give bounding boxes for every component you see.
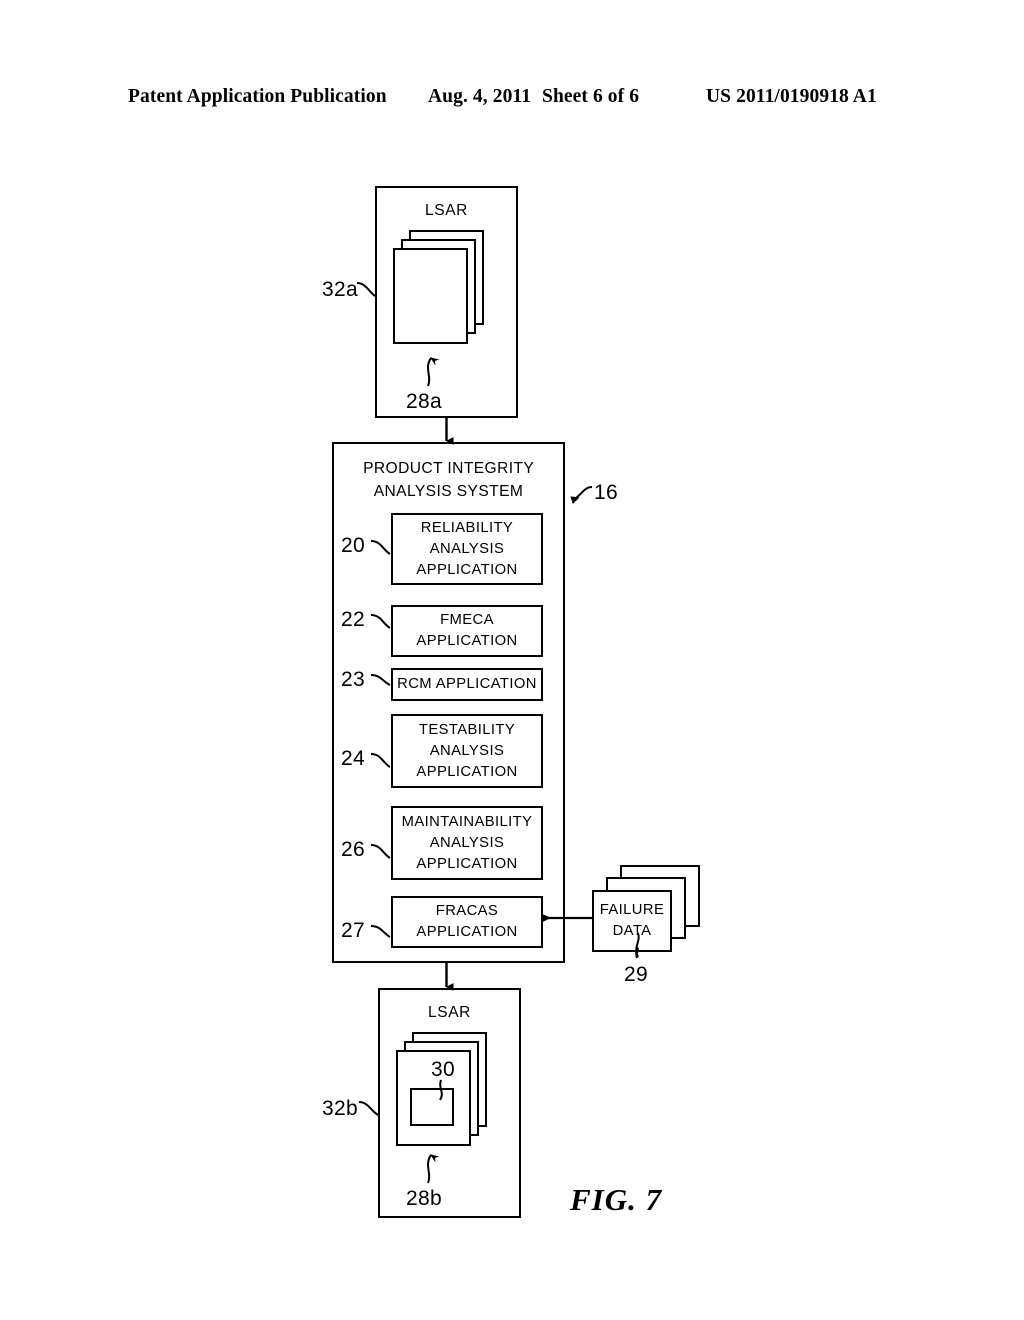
system-title-line1: PRODUCT INTEGRITY [363, 460, 534, 477]
app-0-line-1: ANALYSIS [429, 540, 505, 557]
publication-header: Patent Application Publication Aug. 4, 2… [128, 86, 896, 112]
fmeca-application-box: FMECA APPLICATION [391, 605, 543, 657]
app-3-line-1: ANALYSIS [429, 742, 505, 759]
system-title-line2: ANALYSIS SYSTEM [373, 483, 524, 500]
ref-32b: 32b [322, 1097, 358, 1120]
system-title: PRODUCT INTEGRITY ANALYSIS SYSTEM [334, 457, 563, 503]
product-integrity-analysis-system: PRODUCT INTEGRITY ANALYSIS SYSTEM RELIAB… [332, 442, 565, 963]
ref-26: 26 [341, 838, 365, 861]
app-5-line-0: FRACAS [435, 903, 499, 919]
leader-16 [570, 486, 593, 504]
ref-28a: 28a [406, 390, 442, 413]
top-lsar-sheet-front [393, 248, 468, 344]
app-3-line-2: APPLICATION [416, 763, 518, 780]
ref-22: 22 [341, 608, 365, 631]
app-4-line-1: ANALYSIS [429, 834, 505, 851]
app-4-line-0: MAINTAINABILITY [401, 813, 533, 830]
failure-data-stack: FAILURE DATA [592, 865, 700, 955]
failure-data-front: FAILURE DATA [592, 890, 672, 952]
app-1-line-0: FMECA [440, 612, 494, 628]
bottom-lsar-title: LSAR [428, 1004, 471, 1021]
ref-27: 27 [341, 919, 365, 942]
app-3-line-0: TESTABILITY [418, 721, 516, 738]
ref-23: 23 [341, 668, 365, 691]
app-1-line-1: APPLICATION [416, 633, 518, 649]
patent-figure-page: Patent Application Publication Aug. 4, 2… [0, 0, 1024, 1320]
ref-20: 20 [341, 534, 365, 557]
app-0-line-2: APPLICATION [416, 561, 518, 578]
leader-32a [356, 282, 376, 297]
app-0-line-0: RELIABILITY [420, 519, 514, 536]
testability-analysis-application-box: TESTABILITY ANALYSIS APPLICATION [391, 714, 543, 788]
maintainability-analysis-application-box: MAINTAINABILITY ANALYSIS APPLICATION [391, 806, 543, 880]
failure-data-line2: DATA [612, 923, 652, 939]
ref-28b: 28b [406, 1187, 442, 1210]
ref-32a: 32a [322, 278, 358, 301]
top-lsar-title: LSAR [425, 202, 468, 219]
app-4-line-2: APPLICATION [416, 855, 518, 872]
ref-24: 24 [341, 747, 365, 770]
fracas-application-box: FRACAS APPLICATION [391, 896, 543, 948]
app-2-line-0: RCM APPLICATION [397, 676, 537, 692]
ref-30: 30 [431, 1058, 455, 1081]
header-publication-number: US 2011/0190918 A1 [706, 86, 877, 107]
failure-data-line1: FAILURE [599, 902, 665, 918]
reliability-analysis-application-box: RELIABILITY ANALYSIS APPLICATION [391, 513, 543, 585]
leader-32b [358, 1101, 379, 1116]
ref-16: 16 [594, 481, 618, 504]
lsar-record-30-box [410, 1088, 454, 1126]
ref-29: 29 [624, 963, 648, 986]
header-date: Aug. 4, 2011 [428, 86, 532, 107]
header-publication-title: Patent Application Publication [128, 86, 387, 107]
top-lsar-container: LSAR [375, 186, 518, 418]
bottom-lsar-container: LSAR [378, 988, 521, 1218]
app-5-line-1: APPLICATION [416, 924, 518, 940]
header-sheet: Sheet 6 of 6 [542, 86, 640, 107]
figure-caption: FIG. 7 [570, 1182, 663, 1217]
rcm-application-box: RCM APPLICATION [391, 668, 543, 701]
